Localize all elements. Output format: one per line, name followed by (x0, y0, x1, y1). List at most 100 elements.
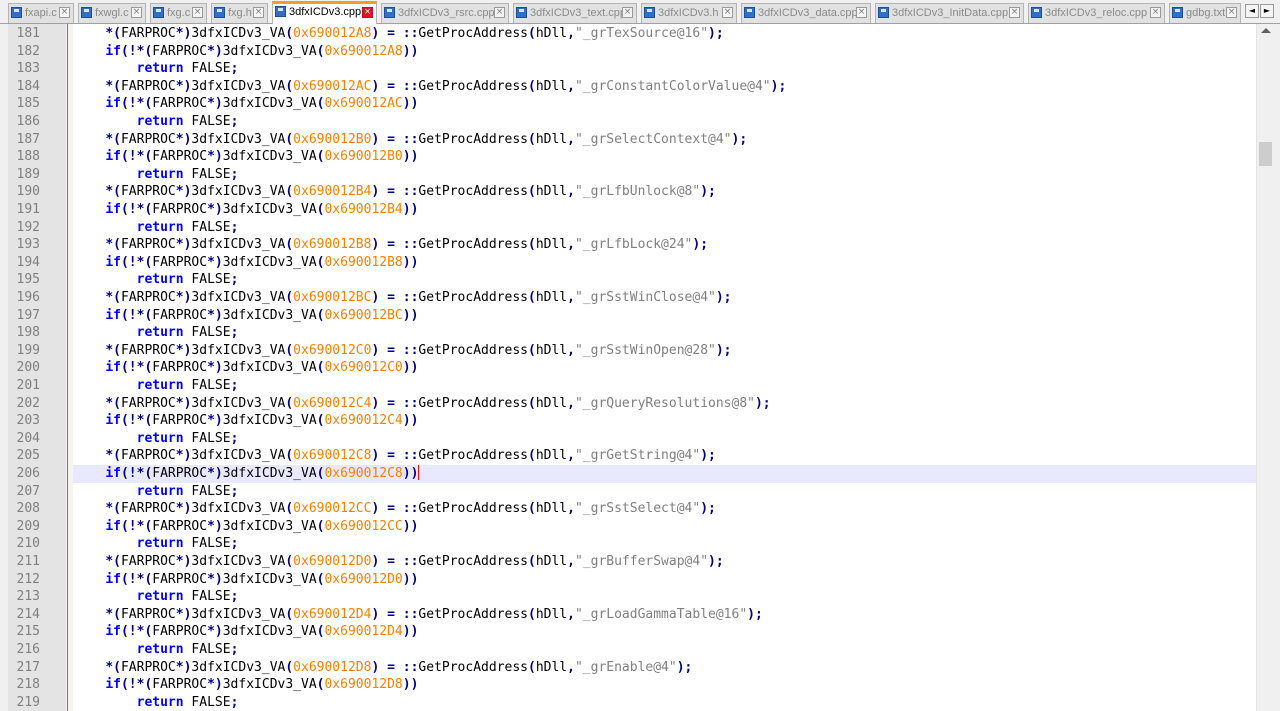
close-icon[interactable]: × (362, 7, 373, 18)
tab-scroll-right-button[interactable]: ► (1260, 4, 1274, 18)
code-line[interactable]: 184 *(FARPROC*)3dfxICDv3_VA(0x690012AC) … (0, 78, 1256, 96)
code-line[interactable]: 198 return FALSE; (0, 324, 1256, 342)
keyword: return (136, 483, 184, 499)
code-line[interactable]: 213 return FALSE; (0, 588, 1256, 606)
tab-10[interactable]: 3dfxICDv3_InitData.cpp × (875, 3, 1024, 23)
code-line[interactable]: 217 *(FARPROC*)3dfxICDv3_VA(0x690012D8) … (0, 659, 1256, 677)
close-icon[interactable]: × (1150, 7, 1161, 18)
code-line[interactable]: 214 *(FARPROC*)3dfxICDv3_VA(0x690012D4) … (0, 606, 1256, 624)
code-line[interactable]: 186 return FALSE; (0, 113, 1256, 131)
tab-7[interactable]: 3dfxICDv3_text.cpp × (513, 3, 637, 23)
close-icon[interactable]: × (622, 7, 633, 18)
vertical-scrollbar[interactable] (1256, 24, 1280, 711)
code-line[interactable]: 193 *(FARPROC*)3dfxICDv3_VA(0x690012B8) … (0, 236, 1256, 254)
code-line[interactable]: 189 return FALSE; (0, 166, 1256, 184)
code-line[interactable]: 192 return FALSE; (0, 219, 1256, 237)
code-token: FALSE (183, 642, 231, 657)
code-line[interactable]: 212 if(!*(FARPROC*)3dfxICDv3_VA(0x690012… (0, 571, 1256, 589)
tab-5[interactable]: 3dfxICDv3.cpp × (272, 1, 377, 24)
close-icon[interactable]: × (131, 7, 142, 18)
code-line[interactable]: 194 if(!*(FARPROC*)3dfxICDv3_VA(0x690012… (0, 254, 1256, 272)
tab-4[interactable]: fxg.h × (211, 3, 268, 23)
close-icon[interactable]: × (494, 7, 505, 18)
code-token: = :: (379, 501, 419, 517)
code-line[interactable]: 200 if(!*(FARPROC*)3dfxICDv3_VA(0x690012… (0, 359, 1256, 377)
code-token: ( (528, 659, 536, 675)
tab-9[interactable]: 3dfxICDv3_data.cpp × (741, 3, 871, 23)
code-token: ( (285, 448, 294, 464)
code-line[interactable]: 203 if(!*(FARPROC*)3dfxICDv3_VA(0x690012… (0, 412, 1256, 430)
code-token: ( (113, 184, 121, 200)
address-literal: 0x690012B0 (324, 149, 403, 165)
close-icon[interactable]: × (1009, 7, 1020, 18)
close-icon[interactable]: × (722, 7, 733, 18)
code-line[interactable]: 199 *(FARPROC*)3dfxICDv3_VA(0x690012C0) … (0, 342, 1256, 360)
code-line[interactable]: 201 return FALSE; (0, 377, 1256, 395)
close-icon[interactable]: × (253, 7, 264, 18)
code-token: , (567, 184, 575, 200)
close-icon[interactable]: × (856, 7, 867, 18)
code-line[interactable]: 190 *(FARPROC*)3dfxICDv3_VA(0x690012B4) … (0, 183, 1256, 201)
code-line[interactable]: 197 if(!*(FARPROC*)3dfxICDv3_VA(0x690012… (0, 307, 1256, 325)
code-token: GetProcAddress (418, 606, 528, 622)
code-line[interactable]: 205 *(FARPROC*)3dfxICDv3_VA(0x690012C8) … (0, 447, 1256, 465)
code-line[interactable]: 219 return FALSE; (0, 694, 1256, 711)
code-token: = :: (379, 184, 419, 200)
code-line[interactable]: 218 if(!*(FARPROC*)3dfxICDv3_VA(0x690012… (0, 676, 1256, 694)
code-token: (! (120, 202, 137, 217)
code-line[interactable]: 183 return FALSE; (0, 60, 1256, 78)
code-token: hDll (535, 395, 568, 411)
tab-8[interactable]: 3dfxICDv3.h × (641, 3, 737, 23)
tab-6[interactable]: 3dfxICDv3_rsrc.cpp × (381, 3, 509, 23)
tab-scroll-left-button[interactable]: ◄ (1245, 4, 1259, 18)
code-line[interactable]: 181 *(FARPROC*)3dfxICDv3_VA(0x690012A8) … (0, 25, 1256, 43)
code-line[interactable]: 185 if(!*(FARPROC*)3dfxICDv3_VA(0x690012… (0, 95, 1256, 113)
code-token: *) (207, 518, 223, 534)
close-icon[interactable]: × (59, 7, 70, 18)
code-token: = :: (379, 448, 419, 464)
scrollbar-thumb[interactable] (1259, 142, 1272, 166)
code-line[interactable]: 211 *(FARPROC*)3dfxICDv3_VA(0x690012D0) … (0, 553, 1256, 571)
tab-2[interactable]: fxwgl.c × (78, 3, 146, 23)
code-token: ( (113, 290, 121, 305)
code-token: * (105, 501, 114, 517)
code-token: ); (747, 606, 763, 622)
code-token: 3dfxICDv3_VA (222, 202, 317, 217)
code-line[interactable]: 216 return FALSE; (0, 641, 1256, 659)
code-line[interactable]: 210 return FALSE; (0, 535, 1256, 553)
code-line[interactable]: 208 *(FARPROC*)3dfxICDv3_VA(0x690012CC) … (0, 500, 1256, 518)
address-literal: 0x690012CC (293, 501, 372, 517)
address-literal: 0x690012D4 (293, 606, 372, 622)
code-line[interactable]: 191 if(!*(FARPROC*)3dfxICDv3_VA(0x690012… (0, 201, 1256, 219)
close-icon[interactable]: × (1226, 7, 1237, 18)
tab-3[interactable]: fxg.c × (150, 3, 207, 23)
tab-12[interactable]: gdbg.txt × (1169, 3, 1241, 23)
scroll-up-arrow-icon[interactable] (1261, 28, 1271, 33)
code-line[interactable]: 202 *(FARPROC*)3dfxICDv3_VA(0x690012C4) … (0, 395, 1256, 413)
code-token: ( (285, 78, 294, 94)
code-line[interactable]: 209 if(!*(FARPROC*)3dfxICDv3_VA(0x690012… (0, 518, 1256, 536)
tab-1[interactable]: fxapi.c × (8, 3, 74, 23)
code-line[interactable]: 196 *(FARPROC*)3dfxICDv3_VA(0x690012BC) … (0, 289, 1256, 307)
code-token: FARPROC (152, 677, 208, 693)
code-line[interactable]: 204 return FALSE; (0, 430, 1256, 448)
line-number: 218 (16, 677, 40, 693)
code-line[interactable]: 182 if(!*(FARPROC*)3dfxICDv3_VA(0x690012… (0, 43, 1256, 61)
code-token: *) (207, 571, 223, 587)
code-line[interactable]: 195 return FALSE; (0, 271, 1256, 289)
code-line[interactable]: 187 *(FARPROC*)3dfxICDv3_VA(0x690012B0) … (0, 131, 1256, 149)
code-token: FARPROC (152, 518, 208, 534)
code-token: 3dfxICDv3_VA (191, 342, 286, 358)
line-text: if(!*(FARPROC*)3dfxICDv3_VA(0x690012C8)) (74, 465, 420, 483)
code-line[interactable]: 188 if(!*(FARPROC*)3dfxICDv3_VA(0x690012… (0, 148, 1256, 166)
code-line[interactable]: 206 if(!*(FARPROC*)3dfxICDv3_VA(0x690012… (0, 465, 1256, 483)
code-line[interactable]: 207 return FALSE; (0, 483, 1256, 501)
code-editor[interactable]: 181 *(FARPROC*)3dfxICDv3_VA(0x690012A8) … (0, 25, 1256, 711)
code-line[interactable]: 215 if(!*(FARPROC*)3dfxICDv3_VA(0x690012… (0, 623, 1256, 641)
tab-11[interactable]: 3dfxICDv3_reloc.cpp × (1028, 3, 1165, 23)
close-icon[interactable]: × (192, 7, 203, 18)
